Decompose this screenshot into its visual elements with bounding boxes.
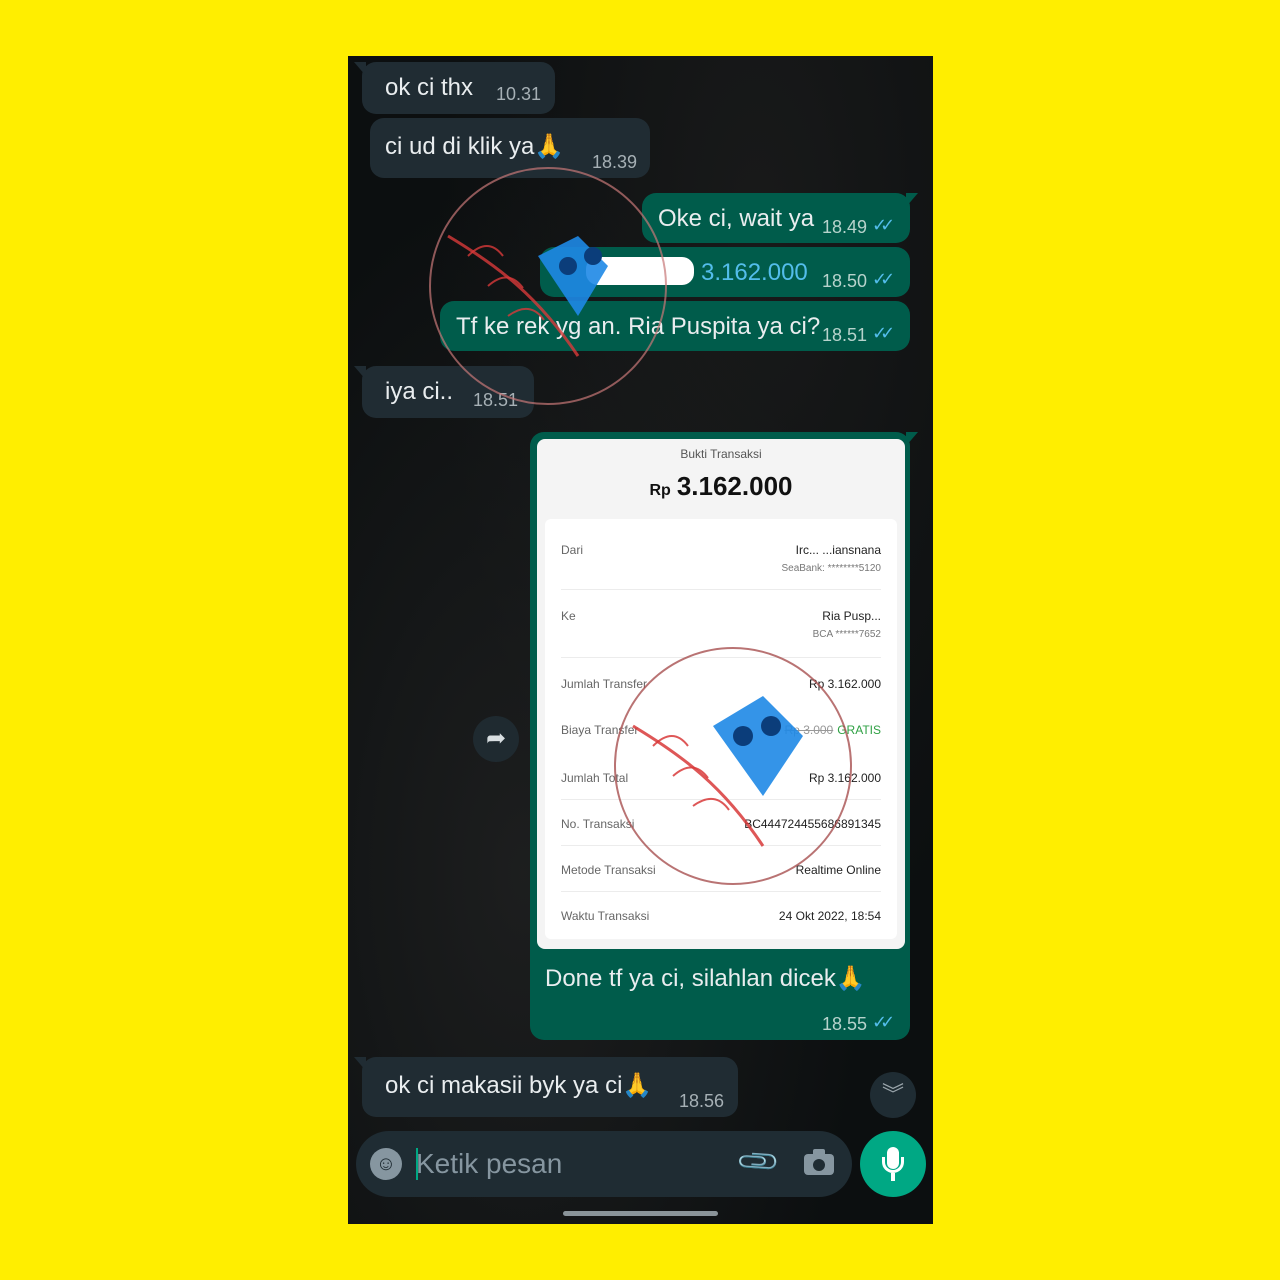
message-text: ok ci makasii byk ya ci🙏 [385, 1072, 653, 1099]
row-from: Dari Irc... ...iansnana SeaBank: *******… [561, 543, 881, 574]
message-text: Done tf ya ci, silahlan dicek🙏 [545, 965, 866, 992]
message-composer: ☺ 📎 [356, 1131, 852, 1197]
read-ticks-icon: ✓✓ [872, 1012, 895, 1032]
row-transaction-no: No. Transaksi BC444724455686891345 [561, 817, 881, 831]
message-time: 18.51 [822, 325, 868, 345]
camera-icon[interactable] [804, 1149, 834, 1175]
chat-screen: ok ci thx 10.31 ci ud di klik ya🙏 18.39 … [348, 56, 933, 1224]
gesture-nav-bar[interactable] [563, 1211, 718, 1216]
message-text: Tf ke rek yg an. Ria Puspita ya ci? [456, 313, 821, 340]
forward-icon[interactable]: ➦ [473, 716, 519, 762]
message-text: ci ud di klik ya🙏 [385, 133, 565, 160]
read-ticks-icon: ✓✓ [872, 215, 895, 235]
message-text: iya ci.. [385, 378, 454, 405]
read-ticks-icon: ✓✓ [872, 323, 895, 343]
row-amount: Jumlah Transfer Rp 3.162.000 [561, 677, 881, 691]
receipt-amount: Rp 3.162.000 [649, 471, 793, 501]
redaction-mark [586, 257, 694, 285]
message-incoming[interactable]: iya ci.. 18.51 [354, 366, 534, 418]
text-caret [416, 1148, 418, 1180]
row-fee: Biaya Transfer Rp 3.000 GRATIS [561, 723, 881, 737]
message-time: 18.50 [822, 271, 868, 291]
message-input[interactable] [416, 1143, 716, 1185]
message-text: Oke ci, wait ya [658, 205, 815, 232]
row-time: Waktu Transaksi 24 Okt 2022, 18:54 [561, 909, 881, 923]
message-amount: 3.162.000 [701, 259, 808, 286]
message-outgoing[interactable]: Oke ci, wait ya 18.49 ✓✓ [642, 193, 918, 243]
paperclip-icon[interactable]: 📎 [734, 1138, 782, 1186]
message-incoming[interactable]: ok ci thx 10.31 [354, 62, 555, 114]
message-outgoing-image[interactable]: Bukti Transaksi Rp 3.162.000 Dari Irc... … [530, 432, 918, 1040]
message-text: ok ci thx [385, 74, 474, 101]
message-outgoing[interactable]: Tf ke rek yg an. Ria Puspita ya ci? 18.5… [440, 301, 910, 351]
message-time: 18.49 [822, 217, 868, 237]
message-incoming[interactable]: ok ci makasii byk ya ci🙏 18.56 [354, 1057, 738, 1117]
message-time: 18.56 [679, 1091, 725, 1111]
emoji-icon[interactable]: ☺ [370, 1148, 402, 1180]
row-method: Metode Transaksi Realtime Online [561, 863, 881, 877]
receipt-title: Bukti Transaksi [680, 447, 762, 461]
message-time: 18.55 [822, 1014, 868, 1034]
receipt-image[interactable]: Bukti Transaksi Rp 3.162.000 Dari Irc... … [537, 439, 905, 949]
message-time: 18.39 [592, 152, 638, 172]
row-total: Jumlah Total Rp 3.162.000 [561, 771, 881, 785]
message-time: 18.51 [473, 390, 519, 410]
row-to: Ke Ria Pusp... BCA ******7652 [561, 609, 881, 640]
message-outgoing[interactable]: 3.162.000 18.50 ✓✓ [540, 247, 910, 297]
message-incoming[interactable]: ci ud di klik ya🙏 18.39 [370, 118, 650, 178]
read-ticks-icon: ✓✓ [872, 269, 895, 289]
double-chevron-down-icon[interactable]: ︾ [870, 1072, 916, 1118]
microphone-icon[interactable] [860, 1131, 926, 1197]
receipt-details: Dari Irc... ...iansnana SeaBank: *******… [545, 519, 897, 939]
message-time: 10.31 [496, 84, 542, 104]
